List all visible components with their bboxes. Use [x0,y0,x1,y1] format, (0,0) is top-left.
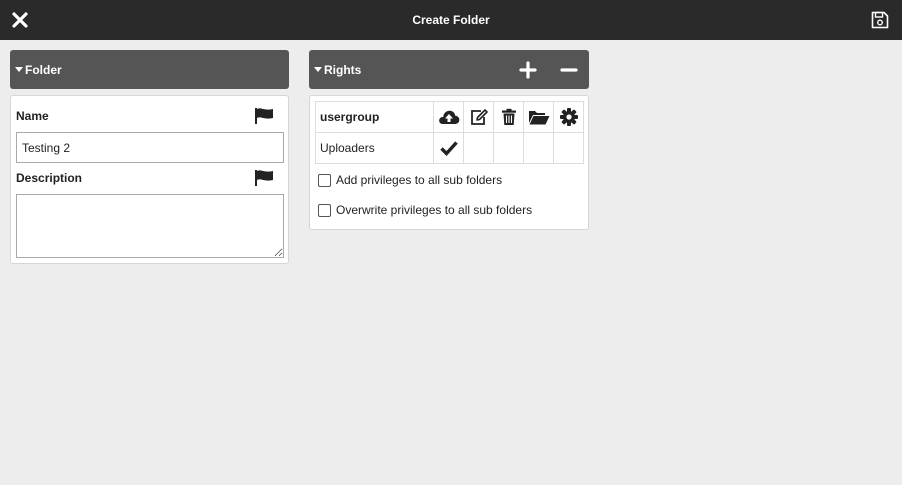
plus-icon [519,61,537,79]
delete-column-header [493,101,524,133]
name-translation-button[interactable] [254,107,274,125]
folder-panel: Name Description [10,95,289,264]
description-input[interactable] [16,194,284,258]
add-right-button[interactable] [518,60,538,80]
remove-right-button[interactable] [559,60,579,80]
edit-permission-cell[interactable] [463,132,494,164]
delete-permission-cell[interactable] [493,132,524,164]
usergroup-column-header: usergroup [315,101,434,133]
overwrite-privileges-checkbox[interactable] [318,204,331,217]
rights-table-header-row: usergroup [315,101,584,133]
caret-down-icon [314,67,322,72]
browse-permission-cell[interactable] [523,132,554,164]
rights-panel-title: Rights [324,63,362,77]
edit-icon [470,109,488,125]
rights-table: usergroup Uploaders [315,101,584,164]
edit-column-header [463,101,494,133]
upload-permission-cell[interactable] [433,132,464,164]
name-label: Name [16,109,49,123]
description-label: Description [16,171,83,185]
trash-icon [501,108,516,125]
upload-column-header [433,101,464,133]
caret-down-icon [15,67,23,72]
flag-icon [255,170,273,186]
gear-icon [559,108,578,126]
rights-panel-header[interactable]: Rights [309,50,589,89]
upload-icon [438,110,459,124]
add-privileges-checkbox[interactable] [318,174,331,187]
browse-column-header [523,101,554,133]
add-privileges-label[interactable]: Add privileges to all sub folders [336,173,502,187]
description-translation-button[interactable] [254,169,274,187]
checkmark-icon [439,141,458,156]
manage-column-header [553,101,584,133]
save-button[interactable] [871,11,889,29]
usergroup-name: Uploaders [315,132,434,164]
flag-icon [255,108,273,124]
folder-panel-title: Folder [25,63,62,77]
rights-panel: usergroup Uploaders Add privileges to al… [309,95,589,230]
overwrite-privileges-label[interactable]: Overwrite privileges to all sub folders [336,203,532,217]
save-icon [871,11,889,29]
page-title: Create Folder [412,13,490,27]
table-row: Uploaders [315,132,584,164]
name-input[interactable] [16,132,284,163]
minus-icon [560,68,578,72]
folder-panel-header[interactable]: Folder [10,50,289,89]
manage-permission-cell[interactable] [553,132,584,164]
title-bar: Create Folder [0,0,902,40]
folder-open-icon [528,111,549,125]
